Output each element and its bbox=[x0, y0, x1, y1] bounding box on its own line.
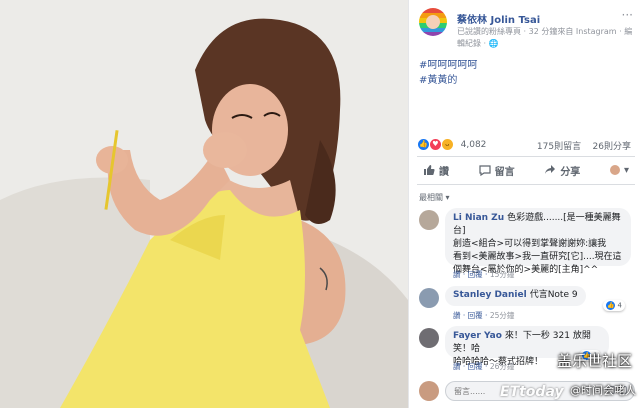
commenter-avatar[interactable] bbox=[419, 328, 439, 348]
reaction-count: 4,082 bbox=[460, 139, 487, 150]
post-meta-line1: 已說讚的粉絲專頁 · 32 分鐘來自 Instagram · 編 bbox=[457, 27, 633, 36]
share-arrow-icon bbox=[545, 165, 556, 174]
watermark-brand: ETtoday bbox=[500, 384, 564, 400]
share-label: 分享 bbox=[560, 166, 581, 178]
page-avatar[interactable] bbox=[419, 8, 447, 36]
like-label: 讚 bbox=[439, 166, 449, 178]
comment-item: Li Nian Zu 色彩遊戲.......[是一種美麗舞台] 創造<組合>可以得… bbox=[419, 208, 635, 282]
comment-like-badge[interactable]: 👍 4 bbox=[603, 300, 625, 311]
post-meta-line2: 輯紀錄 · 🌐 bbox=[457, 39, 499, 48]
chevron-down-icon: ▾ bbox=[623, 164, 629, 176]
reaction-summary[interactable]: 👍 ♥ ᴗ 4,082 175則留言 26則分享 bbox=[417, 138, 635, 154]
photo-illustration bbox=[0, 0, 408, 408]
comment-time[interactable]: 26分鐘 bbox=[490, 362, 515, 371]
divider bbox=[417, 184, 635, 185]
like-icon: 👍 bbox=[606, 301, 616, 310]
comment-sort-dropdown[interactable]: 最相關 ▾ bbox=[419, 192, 450, 203]
comment-count[interactable]: 175則留言 bbox=[537, 142, 581, 152]
comment-reply-link[interactable]: 回覆 bbox=[468, 362, 483, 371]
comment-text: 創造<組合>可以得到掌聲謝謝妳:讓我 bbox=[453, 239, 607, 249]
share-button[interactable]: 分享 bbox=[544, 163, 580, 178]
comment-bubble: Stanley Daniel 代言Note 9 bbox=[445, 286, 586, 306]
comment-label: 留言 bbox=[494, 166, 515, 178]
post-action-bar: 讚 留言 分享 ▾ bbox=[417, 158, 635, 182]
comment-text: 代言Note 9 bbox=[529, 290, 578, 300]
comment-actions: 讚 · 回覆 · 15分鐘 bbox=[453, 270, 515, 279]
comment-button[interactable]: 留言 bbox=[479, 163, 515, 178]
comment-like-link[interactable]: 讚 bbox=[453, 362, 461, 371]
hashtag-link[interactable]: #黃黃的 bbox=[419, 73, 477, 88]
divider bbox=[417, 156, 635, 157]
watermark-account: @时间会咾人 bbox=[570, 384, 636, 397]
comment-reply-link[interactable]: 回覆 bbox=[468, 311, 483, 320]
audience-selector[interactable]: ▾ bbox=[609, 164, 629, 176]
rainbow-avatar-image bbox=[419, 8, 447, 36]
post-header: 蔡依林 Jolin Tsai 已說讚的粉絲專頁 · 32 分鐘來自 Instag… bbox=[419, 8, 635, 48]
comment-like-link[interactable]: 讚 bbox=[453, 270, 461, 279]
comment-text: 看到<美麗故事>我一直研究[它]....現在這 bbox=[453, 252, 622, 262]
commenter-avatar[interactable] bbox=[419, 210, 439, 230]
page-name[interactable]: 蔡依林 Jolin Tsai bbox=[457, 11, 540, 26]
comment-bubble: Li Nian Zu 色彩遊戲.......[是一種美麗舞台] 創造<組合>可以得… bbox=[445, 208, 631, 275]
watermark-site: 盖乐世社区 bbox=[556, 352, 632, 370]
avatar-small bbox=[609, 165, 620, 175]
commenter-name[interactable]: Fayer Yao bbox=[453, 331, 502, 341]
commenter-avatar[interactable] bbox=[419, 288, 439, 308]
comment-item: Stanley Daniel 代言Note 9 👍 4 讚 · 回覆 · 25分鐘 bbox=[419, 286, 635, 326]
comment-time[interactable]: 15分鐘 bbox=[490, 270, 515, 279]
share-count[interactable]: 26則分享 bbox=[593, 142, 631, 152]
comment-reply-link[interactable]: 回覆 bbox=[468, 270, 483, 279]
comment-bubble-icon bbox=[479, 165, 491, 176]
more-dots-icon[interactable]: ··· bbox=[622, 8, 633, 22]
post-meta: 已說讚的粉絲專頁 · 32 分鐘來自 Instagram · 編 輯紀錄 · 🌐 bbox=[457, 26, 637, 50]
comment-time[interactable]: 25分鐘 bbox=[490, 311, 515, 320]
user-avatar[interactable] bbox=[419, 381, 439, 401]
post-hashtags: #呵呵呵呵呵 #黃黃的 bbox=[419, 58, 477, 88]
comment-like-count: 4 bbox=[617, 301, 622, 310]
hashtag-link[interactable]: #呵呵呵呵呵 bbox=[419, 58, 477, 73]
commenter-name[interactable]: Li Nian Zu bbox=[453, 213, 504, 223]
thumbs-up-icon bbox=[424, 165, 435, 175]
post-panel: 蔡依林 Jolin Tsai 已說讚的粉絲專頁 · 32 分鐘來自 Instag… bbox=[408, 0, 640, 408]
comment-like-link[interactable]: 讚 bbox=[453, 311, 461, 320]
commenter-name[interactable]: Stanley Daniel bbox=[453, 290, 527, 300]
love-icon: ♥ bbox=[428, 138, 442, 151]
reaction-stats: 175則留言 26則分享 bbox=[537, 139, 631, 152]
comment-actions: 讚 · 回覆 · 26分鐘 bbox=[453, 362, 515, 371]
post-photo[interactable] bbox=[0, 0, 408, 408]
like-button[interactable]: 讚 bbox=[423, 163, 449, 178]
comment-actions: 讚 · 回覆 · 25分鐘 bbox=[453, 311, 515, 320]
haha-icon: ᴗ bbox=[440, 138, 454, 151]
